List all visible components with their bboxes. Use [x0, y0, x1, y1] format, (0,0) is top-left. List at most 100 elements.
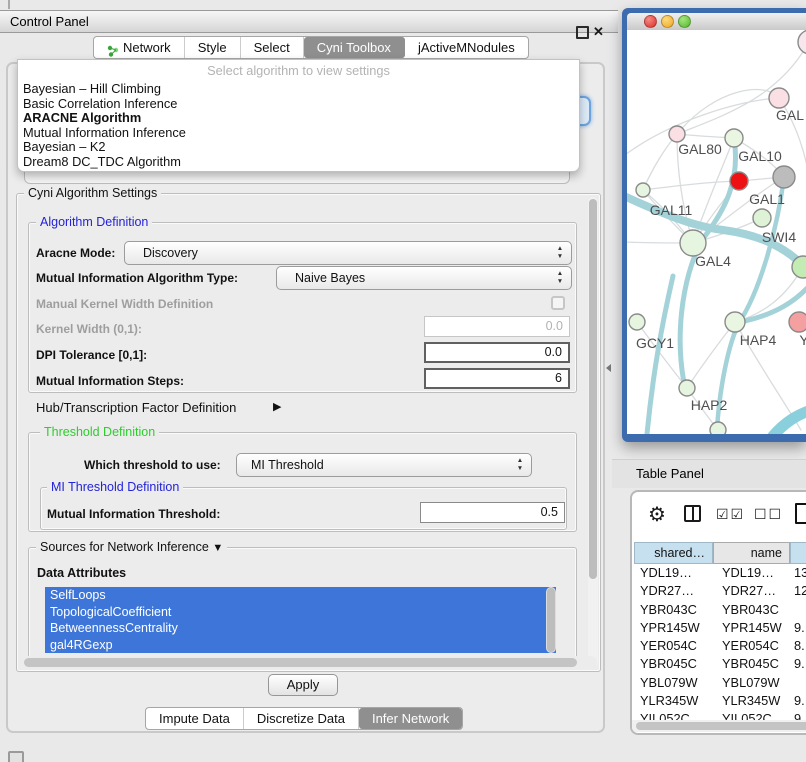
- table-cell: YBR045C: [640, 655, 697, 673]
- columns-icon[interactable]: [684, 505, 701, 522]
- cyni-settings-title: Cyni Algorithm Settings: [24, 186, 161, 200]
- mi-threshold-group-title: MI Threshold Definition: [47, 480, 183, 494]
- tab-style[interactable]: Style: [185, 37, 241, 58]
- table-cell: YIL052C: [640, 710, 690, 720]
- network-node[interactable]: [789, 312, 806, 332]
- expand-right-icon[interactable]: ▶: [273, 400, 281, 413]
- kernel-width-field[interactable]: 0.0: [424, 316, 570, 337]
- settings-hscrollbar-track[interactable]: [20, 656, 597, 668]
- table-body: YDL19…YDL19…13YDR27…YDR27…12YBR043CYBR04…: [632, 564, 806, 720]
- attribute-item[interactable]: BetweennessCentrality: [45, 620, 556, 637]
- network-edge: [677, 90, 779, 134]
- network-node-label: GCY1: [636, 335, 674, 351]
- table-row[interactable]: YDL19…YDL19…13: [632, 564, 806, 582]
- network-canvas[interactable]: GALGAL80GAL10GAL1GAL11SWI4GAL4GCY1HAP4YH…: [627, 30, 806, 434]
- export-table-icon[interactable]: [795, 503, 806, 524]
- table-row[interactable]: YBR043CYBR043C: [632, 601, 806, 619]
- network-node[interactable]: [773, 166, 795, 188]
- float-window-icon[interactable]: [576, 26, 589, 39]
- table-row[interactable]: YPR145WYPR145W9.: [632, 619, 806, 637]
- algorithm-dropdown: Select algorithm to view settings Bayesi…: [17, 59, 580, 172]
- table-cell: YIL052C: [722, 710, 772, 720]
- mi-steps-field[interactable]: 6: [424, 368, 570, 389]
- algorithm-option[interactable]: Basic Correlation Inference: [18, 97, 579, 112]
- scrollbar-thumb[interactable]: [636, 722, 806, 730]
- settings-scrollbar-track[interactable]: [588, 197, 598, 667]
- divider-collapse-icon[interactable]: [606, 364, 611, 372]
- column-header-name[interactable]: name: [713, 542, 790, 564]
- network-node[interactable]: [798, 30, 806, 54]
- network-node[interactable]: [629, 314, 645, 330]
- column-header-shared-name[interactable]: shared…: [634, 542, 713, 564]
- control-panel-titlebar: Control Panel ✕: [0, 10, 618, 33]
- tab-impute-data[interactable]: Impute Data: [146, 708, 244, 729]
- network-node[interactable]: [669, 126, 685, 142]
- attribute-item[interactable]: TopologicalCoefficient: [45, 604, 556, 621]
- table-row[interactable]: YLR345WYLR345W9.: [632, 692, 806, 710]
- threshold-definition-title: Threshold Definition: [40, 425, 159, 439]
- tab-label: Infer Network: [372, 708, 449, 729]
- manual-kernel-checkbox[interactable]: [551, 296, 565, 310]
- hub-section-label: Hub/Transcription Factor Definition: [36, 400, 236, 415]
- network-node[interactable]: [636, 183, 650, 197]
- algorithm-option[interactable]: Mutual Information Inference: [18, 126, 579, 141]
- algorithm-option[interactable]: Bayesian – Hill Climbing: [18, 82, 579, 97]
- network-node[interactable]: [679, 380, 695, 396]
- tab-jactivemnodules[interactable]: jActiveMNodules: [405, 37, 528, 58]
- network-node[interactable]: [725, 129, 743, 147]
- scrollbar-thumb[interactable]: [589, 199, 597, 579]
- table-row[interactable]: YIL052CYIL052C9.: [632, 710, 806, 720]
- table-row[interactable]: YBR045CYBR045C9.: [632, 655, 806, 673]
- aracne-mode-combo[interactable]: Discovery ▲▼: [124, 241, 572, 265]
- deselect-all-icon[interactable]: ☐☐: [754, 506, 783, 523]
- table-hscrollbar-track[interactable]: [632, 720, 806, 732]
- scrollbar-thumb[interactable]: [547, 588, 555, 652]
- gear-icon[interactable]: ⚙: [648, 502, 666, 527]
- network-node[interactable]: [769, 88, 789, 108]
- table-cell: 9.: [794, 692, 805, 710]
- network-node[interactable]: [753, 209, 771, 227]
- select-all-icon[interactable]: ☑☑: [716, 506, 745, 523]
- attribute-item[interactable]: SelfLoops: [45, 587, 556, 604]
- close-icon[interactable]: ✕: [593, 23, 604, 41]
- dpi-tolerance-field[interactable]: 0.0: [424, 342, 570, 363]
- table-row[interactable]: YER054CYER054C8.: [632, 637, 806, 655]
- tab-infer-network[interactable]: Infer Network: [359, 708, 462, 729]
- scrollbar-thumb[interactable]: [24, 658, 577, 667]
- network-window-titlebar[interactable]: [627, 13, 806, 30]
- attribute-item[interactable]: gal4RGexp: [45, 637, 556, 654]
- mi-type-combo[interactable]: Naive Bayes ▲▼: [276, 266, 572, 290]
- expand-down-icon[interactable]: ▼: [212, 542, 223, 554]
- network-node[interactable]: [730, 172, 748, 190]
- tab-label: Network: [123, 37, 171, 58]
- table-cell: 12: [794, 582, 806, 600]
- tab-discretize-data[interactable]: Discretize Data: [244, 708, 359, 729]
- minimize-traffic-light[interactable]: [661, 15, 674, 28]
- tab-cyni-toolbox[interactable]: Cyni Toolbox: [304, 37, 405, 58]
- close-traffic-light[interactable]: [644, 15, 657, 28]
- table-row[interactable]: YDR27…YDR27…12: [632, 582, 806, 600]
- network-node[interactable]: [725, 312, 745, 332]
- which-threshold-combo[interactable]: MI Threshold ▲▼: [236, 453, 532, 477]
- network-window[interactable]: GALGAL80GAL10GAL1GAL11SWI4GAL4GCY1HAP4YH…: [622, 8, 806, 442]
- data-attributes-list: SelfLoopsTopologicalCoefficientBetweenne…: [45, 587, 556, 653]
- combo-arrows-icon: ▲▼: [556, 245, 564, 261]
- table-cell: YDL19…: [640, 564, 692, 582]
- dock-icon[interactable]: [8, 751, 24, 762]
- table-cell: YBR045C: [722, 655, 779, 673]
- tab-select[interactable]: Select: [241, 37, 304, 58]
- tab-network[interactable]: Network: [94, 37, 185, 58]
- network-graph: GALGAL80GAL10GAL1GAL11SWI4GAL4GCY1HAP4YH…: [627, 30, 806, 434]
- sources-title: Sources for Network Inference ▼: [36, 540, 227, 554]
- table-row[interactable]: YBL079WYBL079W: [632, 674, 806, 692]
- column-header-clipped[interactable]: [790, 542, 806, 564]
- algorithm-option[interactable]: Dream8 DC_TDC Algorithm: [18, 155, 579, 170]
- mi-threshold-field[interactable]: 0.5: [420, 502, 565, 523]
- zoom-traffic-light[interactable]: [678, 15, 691, 28]
- algorithm-option[interactable]: ARACNE Algorithm: [18, 111, 579, 126]
- network-edge: [643, 181, 739, 190]
- attributes-scrollbar-track[interactable]: [546, 587, 556, 653]
- network-node[interactable]: [710, 422, 726, 434]
- apply-button[interactable]: Apply: [268, 674, 338, 696]
- algorithm-option[interactable]: Bayesian – K2: [18, 140, 579, 155]
